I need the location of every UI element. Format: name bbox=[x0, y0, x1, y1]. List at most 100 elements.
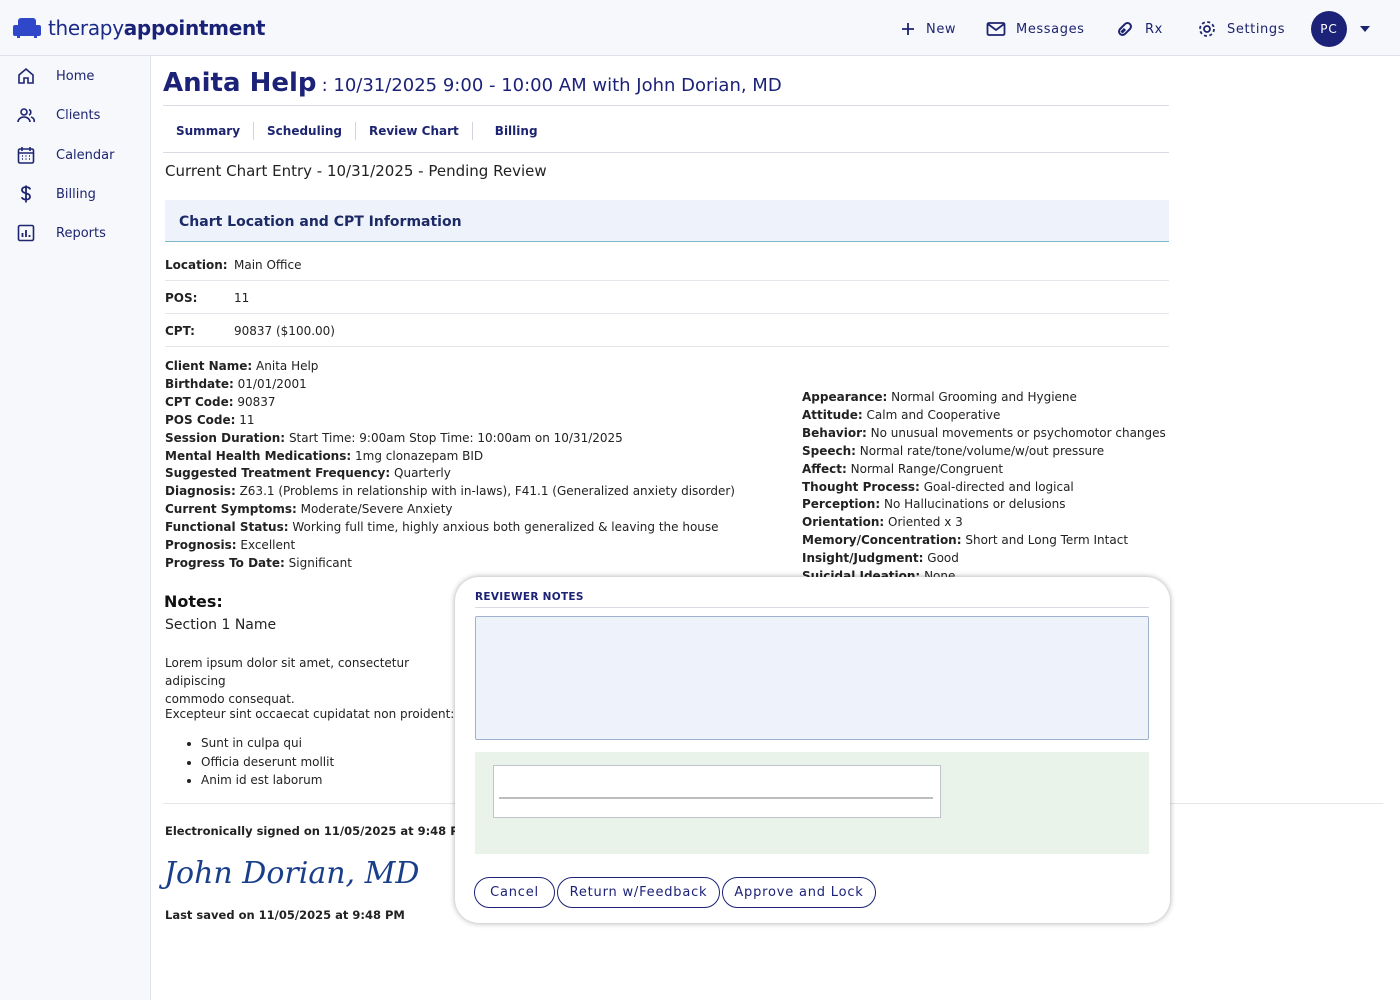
sidebar-item-home[interactable]: Home bbox=[16, 64, 94, 88]
client-name-title: Anita Help bbox=[163, 68, 317, 98]
home-icon bbox=[18, 67, 34, 84]
approve-lock-button[interactable]: Approve and Lock bbox=[722, 877, 876, 908]
location-key: Location: bbox=[165, 258, 228, 272]
signature: John Dorian, MD bbox=[164, 856, 420, 891]
detail-row: CPT Code: 90837 bbox=[165, 394, 276, 409]
divider bbox=[163, 105, 1169, 106]
divider bbox=[475, 607, 1149, 608]
sidebar-item-label: Home bbox=[56, 68, 95, 84]
logo-text: therapyappointment bbox=[48, 16, 266, 40]
tab-review-chart[interactable]: Review Chart bbox=[356, 122, 473, 140]
detail-row: Suggested Treatment Frequency: Quarterly bbox=[165, 466, 451, 481]
pill-icon bbox=[1118, 22, 1132, 36]
sidebar-item-label: Calendar bbox=[56, 147, 115, 163]
new-button[interactable]: New bbox=[900, 14, 956, 44]
cpt-value: 90837 ($100.00) bbox=[234, 324, 335, 338]
settings-button[interactable]: Settings bbox=[1197, 14, 1285, 44]
chart-icon bbox=[17, 224, 35, 242]
chart-entry-title: Current Chart Entry - 10/31/2025 - Pendi… bbox=[165, 162, 547, 180]
sidebar-item-label: Reports bbox=[56, 225, 106, 241]
detail-row: POS Code: 11 bbox=[165, 412, 255, 427]
pos-key: POS: bbox=[165, 291, 198, 305]
plus-icon bbox=[902, 23, 914, 35]
sidebar-item-label: Clients bbox=[56, 107, 101, 123]
signature-line bbox=[499, 797, 933, 799]
chevron-down-icon[interactable] bbox=[1360, 26, 1370, 32]
sidebar-item-calendar[interactable]: Calendar bbox=[16, 143, 114, 167]
mse-row: Perception: No Hallucinations or delusio… bbox=[802, 497, 1066, 512]
notes-heading: Notes: bbox=[164, 592, 223, 611]
new-label: New bbox=[926, 21, 957, 37]
tab-summary[interactable]: Summary bbox=[163, 122, 255, 140]
cpt-row: CPT: 90837 ($100.00) bbox=[165, 314, 1169, 347]
tab-billing[interactable]: Billing bbox=[473, 122, 551, 140]
sidebar-item-billing[interactable]: Billing bbox=[16, 182, 96, 206]
mse-row: Orientation: Oriented x 3 bbox=[802, 515, 963, 530]
detail-row: Client Name: Anita Help bbox=[165, 359, 319, 373]
app-logo[interactable]: therapyappointment bbox=[12, 14, 265, 42]
return-feedback-button[interactable]: Return w/Feedback bbox=[557, 877, 720, 908]
detail-row: Prognosis: Excellent bbox=[165, 538, 296, 553]
mse-row: Affect: Normal Range/Congruent bbox=[802, 461, 1004, 476]
mse-row: Appearance: Normal Grooming and Hygiene bbox=[802, 390, 1077, 404]
mse-row: Speech: Normal rate/tone/volume/w/out pr… bbox=[802, 443, 1105, 458]
cancel-button[interactable]: Cancel bbox=[474, 877, 555, 908]
messages-button[interactable]: Messages bbox=[986, 14, 1085, 44]
notes-paragraph: Excepteur sint occaecat cupidatat non pr… bbox=[165, 707, 455, 721]
cpt-key: CPT: bbox=[165, 324, 195, 338]
sofa-icon bbox=[13, 18, 41, 38]
notes-bullet-list: Sunt in culpa qui Officia deserunt molli… bbox=[187, 734, 334, 790]
envelope-icon bbox=[986, 22, 1006, 36]
notes-section-name: Section 1 Name bbox=[165, 617, 277, 633]
sidebar-item-label: Billing bbox=[56, 186, 96, 202]
pos-value: 11 bbox=[234, 291, 250, 305]
section-header: Chart Location and CPT Information bbox=[165, 200, 1169, 242]
reviewer-notes-label: REVIEWER NOTES bbox=[475, 591, 584, 603]
mse-row: Thought Process: Goal-directed and logic… bbox=[802, 479, 1074, 494]
appointment-subtitle: : 10/31/2025 9:00 - 10:00 AM with John D… bbox=[321, 75, 782, 96]
client-details: Client Name: Anita Help Birthdate: 01/01… bbox=[165, 358, 735, 573]
mse-row: Memory/Concentration: Short and Long Ter… bbox=[802, 533, 1129, 548]
rx-label: Rx bbox=[1145, 21, 1163, 37]
list-item: Sunt in culpa qui bbox=[201, 734, 334, 753]
mse-row: Insight/Judgment: Good bbox=[802, 551, 959, 566]
tab-scheduling[interactable]: Scheduling bbox=[254, 122, 356, 140]
location-value: Main Office bbox=[234, 258, 302, 272]
sidebar-item-reports[interactable]: Reports bbox=[16, 221, 106, 245]
signed-timestamp: Electronically signed on 11/05/2025 at 9… bbox=[165, 824, 471, 838]
sidebar: Home Clients Calendar Billing Reports bbox=[0, 56, 151, 1000]
messages-label: Messages bbox=[1016, 21, 1085, 37]
notes-paragraph: Lorem ipsum dolor sit amet, consectetur … bbox=[165, 654, 465, 708]
reviewer-notes-dialog: REVIEWER NOTES Cancel Return w/Feedback … bbox=[455, 577, 1170, 923]
sidebar-item-clients[interactable]: Clients bbox=[16, 103, 100, 127]
divider bbox=[163, 152, 1169, 153]
page-title: Anita Help : 10/31/2025 9:00 - 10:00 AM … bbox=[163, 68, 782, 98]
dollar-icon bbox=[21, 185, 31, 203]
calendar-icon bbox=[17, 147, 35, 164]
user-avatar[interactable]: PC bbox=[1311, 11, 1347, 47]
detail-row: Diagnosis: Z63.1 (Problems in relationsh… bbox=[165, 484, 735, 499]
detail-row: Mental Health Medications: 1mg clonazepa… bbox=[165, 448, 484, 463]
gear-icon bbox=[1199, 21, 1215, 37]
signature-pad[interactable] bbox=[493, 765, 941, 818]
list-item: Anim id est laborum bbox=[201, 771, 334, 790]
saved-timestamp: Last saved on 11/05/2025 at 9:48 PM bbox=[165, 908, 405, 922]
detail-row: Birthdate: 01/01/2001 bbox=[165, 376, 307, 391]
location-row: Location: Main Office bbox=[165, 248, 1169, 281]
signature-area bbox=[475, 752, 1149, 854]
users-icon bbox=[17, 108, 36, 123]
tab-bar: Summary Scheduling Review Chart Billing bbox=[163, 122, 551, 142]
detail-row: Session Duration: Start Time: 9:00am Sto… bbox=[165, 430, 623, 445]
settings-label: Settings bbox=[1227, 21, 1286, 37]
pos-row: POS: 11 bbox=[165, 281, 1169, 314]
top-bar: therapyappointment New Messages Rx Setti… bbox=[0, 0, 1400, 56]
rx-button[interactable]: Rx bbox=[1115, 14, 1163, 44]
mse-row: Behavior: No unusual movements or psycho… bbox=[802, 425, 1166, 440]
detail-row: Functional Status: Working full time, hi… bbox=[165, 520, 719, 535]
mse-row: Attitude: Calm and Cooperative bbox=[802, 407, 1001, 422]
detail-row: Progress To Date: Significant bbox=[165, 555, 352, 570]
detail-row: Current Symptoms: Moderate/Severe Anxiet… bbox=[165, 502, 453, 517]
reviewer-notes-textarea[interactable] bbox=[475, 616, 1149, 740]
notes-line: Lorem ipsum dolor sit amet, consectetur … bbox=[165, 656, 410, 688]
list-item: Officia deserunt mollit bbox=[201, 753, 334, 772]
